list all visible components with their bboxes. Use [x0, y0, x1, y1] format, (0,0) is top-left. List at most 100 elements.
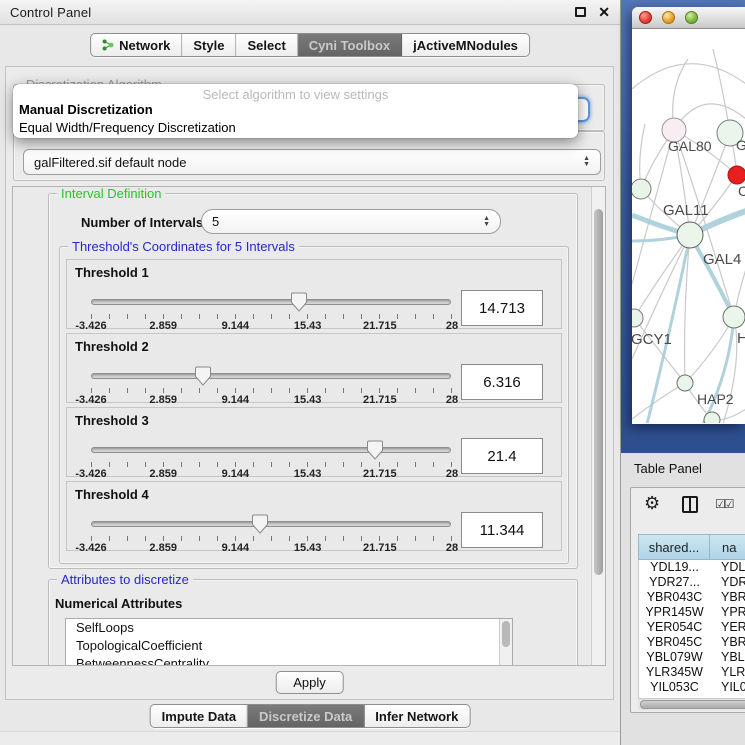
tick-label: -3.426 — [75, 468, 106, 480]
gear-icon[interactable]: ⚙ — [644, 494, 660, 512]
network-node[interactable] — [677, 222, 703, 248]
group-label: Attributes to discretize — [57, 572, 193, 587]
tab-network[interactable]: Network — [91, 34, 182, 56]
network-node[interactable] — [632, 179, 651, 199]
tab-select[interactable]: Select — [236, 34, 297, 56]
threshold-slider[interactable] — [91, 514, 451, 536]
select-columns-icon[interactable]: ☑☑ — [715, 497, 733, 511]
tab-jactivemnodules[interactable]: jActiveMNodules — [402, 34, 529, 56]
table-horizontal-scrollbar[interactable] — [638, 698, 745, 710]
table-data-combobox[interactable]: galFiltered.sif default node ▲▼ — [23, 149, 601, 175]
table-row[interactable]: YBR045CYBR0 — [639, 635, 745, 650]
bottom-tab-bar: Impute Data Discretize Data Infer Networ… — [150, 704, 471, 728]
tab-style[interactable]: Style — [182, 34, 236, 56]
table-row[interactable]: YIL053CYIL0 — [639, 680, 745, 695]
table-row[interactable]: YLR345WYLR3 — [639, 665, 745, 680]
tab-impute-data[interactable]: Impute Data — [151, 705, 248, 727]
scrollbar-thumb[interactable] — [594, 209, 603, 575]
algorithm-dropdown-popup: Select algorithm to view settings Manual… — [13, 84, 578, 138]
table-row[interactable]: YBL079WYBL0 — [639, 650, 745, 665]
cell-shared-name[interactable]: YDR27... — [639, 575, 710, 590]
threshold-value-field[interactable] — [461, 512, 543, 548]
network-node[interactable] — [723, 306, 745, 328]
network-edge — [685, 317, 734, 383]
table-row[interactable]: YDL19...YDL1 — [639, 560, 745, 575]
threshold-value-field[interactable] — [461, 438, 543, 474]
threshold-value-field[interactable] — [461, 364, 543, 400]
network-canvas[interactable]: GAL80GACGAL11GAL4GCY1HHAP2 — [632, 29, 745, 423]
minimize-traffic-light-icon[interactable] — [662, 11, 675, 24]
group-label: Threshold's Coordinates for 5 Intervals — [68, 239, 299, 254]
network-node[interactable] — [728, 166, 745, 184]
attribute-item[interactable]: SelfLoops — [66, 619, 512, 637]
slider-track[interactable] — [91, 521, 451, 527]
column-header-shared-name[interactable]: shared... — [638, 534, 710, 560]
tab-cyni-toolbox[interactable]: Cyni Toolbox — [298, 34, 402, 56]
cell-name[interactable]: YBL0 — [710, 650, 745, 665]
zoom-traffic-light-icon[interactable] — [685, 11, 698, 24]
attribute-item[interactable]: TopologicalCoefficient — [66, 637, 512, 655]
network-desktop: GAL80GACGAL11GAL4GCY1HHAP2 — [621, 0, 745, 453]
slider-thumb[interactable] — [367, 440, 383, 460]
numerical-attributes-list[interactable]: SelfLoopsTopologicalCoefficientBetweenne… — [65, 618, 513, 666]
cell-shared-name[interactable]: YBR043C — [639, 590, 710, 605]
network-edge-highlighted — [703, 317, 734, 423]
cell-name[interactable]: YBR0 — [710, 635, 745, 650]
cell-shared-name[interactable]: YIL053C — [639, 680, 710, 695]
number-of-intervals-combobox[interactable]: 5 ▲▼ — [201, 209, 501, 234]
panel-title: Control Panel — [10, 5, 91, 20]
table-row[interactable]: YER054CYER0 — [639, 620, 745, 635]
number-of-intervals-label: Number of Intervals — [81, 215, 203, 230]
cell-shared-name[interactable]: YDL19... — [639, 560, 710, 575]
slider-thumb[interactable] — [195, 366, 211, 386]
threshold-slider[interactable] — [91, 440, 451, 462]
table-row[interactable]: YDR27...YDR2 — [639, 575, 745, 590]
control-panel-window: Control Panel ✕ Network Style Select Cyn… — [0, 0, 621, 745]
list-scrollbar[interactable] — [499, 619, 512, 666]
cell-name[interactable]: YBR0 — [710, 590, 745, 605]
cell-shared-name[interactable]: YBR045C — [639, 635, 710, 650]
network-node[interactable] — [704, 412, 720, 423]
network-node[interactable] — [632, 309, 643, 327]
column-header-name[interactable]: na — [709, 534, 745, 560]
cell-name[interactable]: YPR1 — [710, 605, 745, 620]
threshold-slider[interactable] — [91, 292, 451, 314]
table-row[interactable]: YPR145WYPR1 — [639, 605, 745, 620]
cell-name[interactable]: YIL0 — [710, 680, 745, 695]
cell-shared-name[interactable]: YBL079W — [639, 650, 710, 665]
slider-track[interactable] — [91, 447, 451, 453]
cell-name[interactable]: YDR2 — [710, 575, 745, 590]
column-layout-icon[interactable] — [682, 496, 698, 513]
slider-thumb[interactable] — [291, 292, 307, 312]
tab-discretize-data[interactable]: Discretize Data — [248, 705, 364, 727]
threshold-value-field[interactable] — [461, 290, 543, 326]
cell-shared-name[interactable]: YPR145W — [639, 605, 710, 620]
attribute-item[interactable]: BetweennessCentrality — [66, 655, 512, 666]
float-window-icon[interactable] — [575, 7, 586, 17]
apply-button[interactable]: Apply — [275, 671, 344, 694]
cell-name[interactable]: YLR3 — [710, 665, 745, 680]
cell-name[interactable]: YER0 — [710, 620, 745, 635]
dropdown-placeholder: Select algorithm to view settings — [13, 84, 578, 101]
scrollbar-thumb[interactable] — [640, 700, 745, 709]
tab-infer-network[interactable]: Infer Network — [364, 705, 469, 727]
network-graph[interactable]: GAL80GACGAL11GAL4GCY1HHAP2 — [632, 29, 745, 423]
close-traffic-light-icon[interactable] — [639, 11, 652, 24]
network-node[interactable] — [677, 375, 693, 391]
dropdown-option-manual[interactable]: Manual Discretization — [13, 101, 578, 119]
settings-scrollbar[interactable] — [591, 187, 605, 665]
table-row[interactable]: YBR043CYBR0 — [639, 590, 745, 605]
scrollbar-thumb[interactable] — [502, 621, 510, 647]
slider-track[interactable] — [91, 299, 451, 305]
slider-tick-labels: -3.4262.8599.14415.4321.71528 — [91, 320, 452, 332]
slider-thumb[interactable] — [252, 514, 268, 534]
slider-ticks — [91, 536, 452, 541]
close-icon[interactable]: ✕ — [598, 5, 610, 19]
threshold-slider[interactable] — [91, 366, 451, 388]
tick-label: 28 — [446, 542, 458, 554]
dropdown-option-equal-width[interactable]: Equal Width/Frequency Discretization — [13, 119, 578, 137]
cell-shared-name[interactable]: YLR345W — [639, 665, 710, 680]
slider-track[interactable] — [91, 373, 451, 379]
cell-name[interactable]: YDL1 — [710, 560, 745, 575]
cell-shared-name[interactable]: YER054C — [639, 620, 710, 635]
